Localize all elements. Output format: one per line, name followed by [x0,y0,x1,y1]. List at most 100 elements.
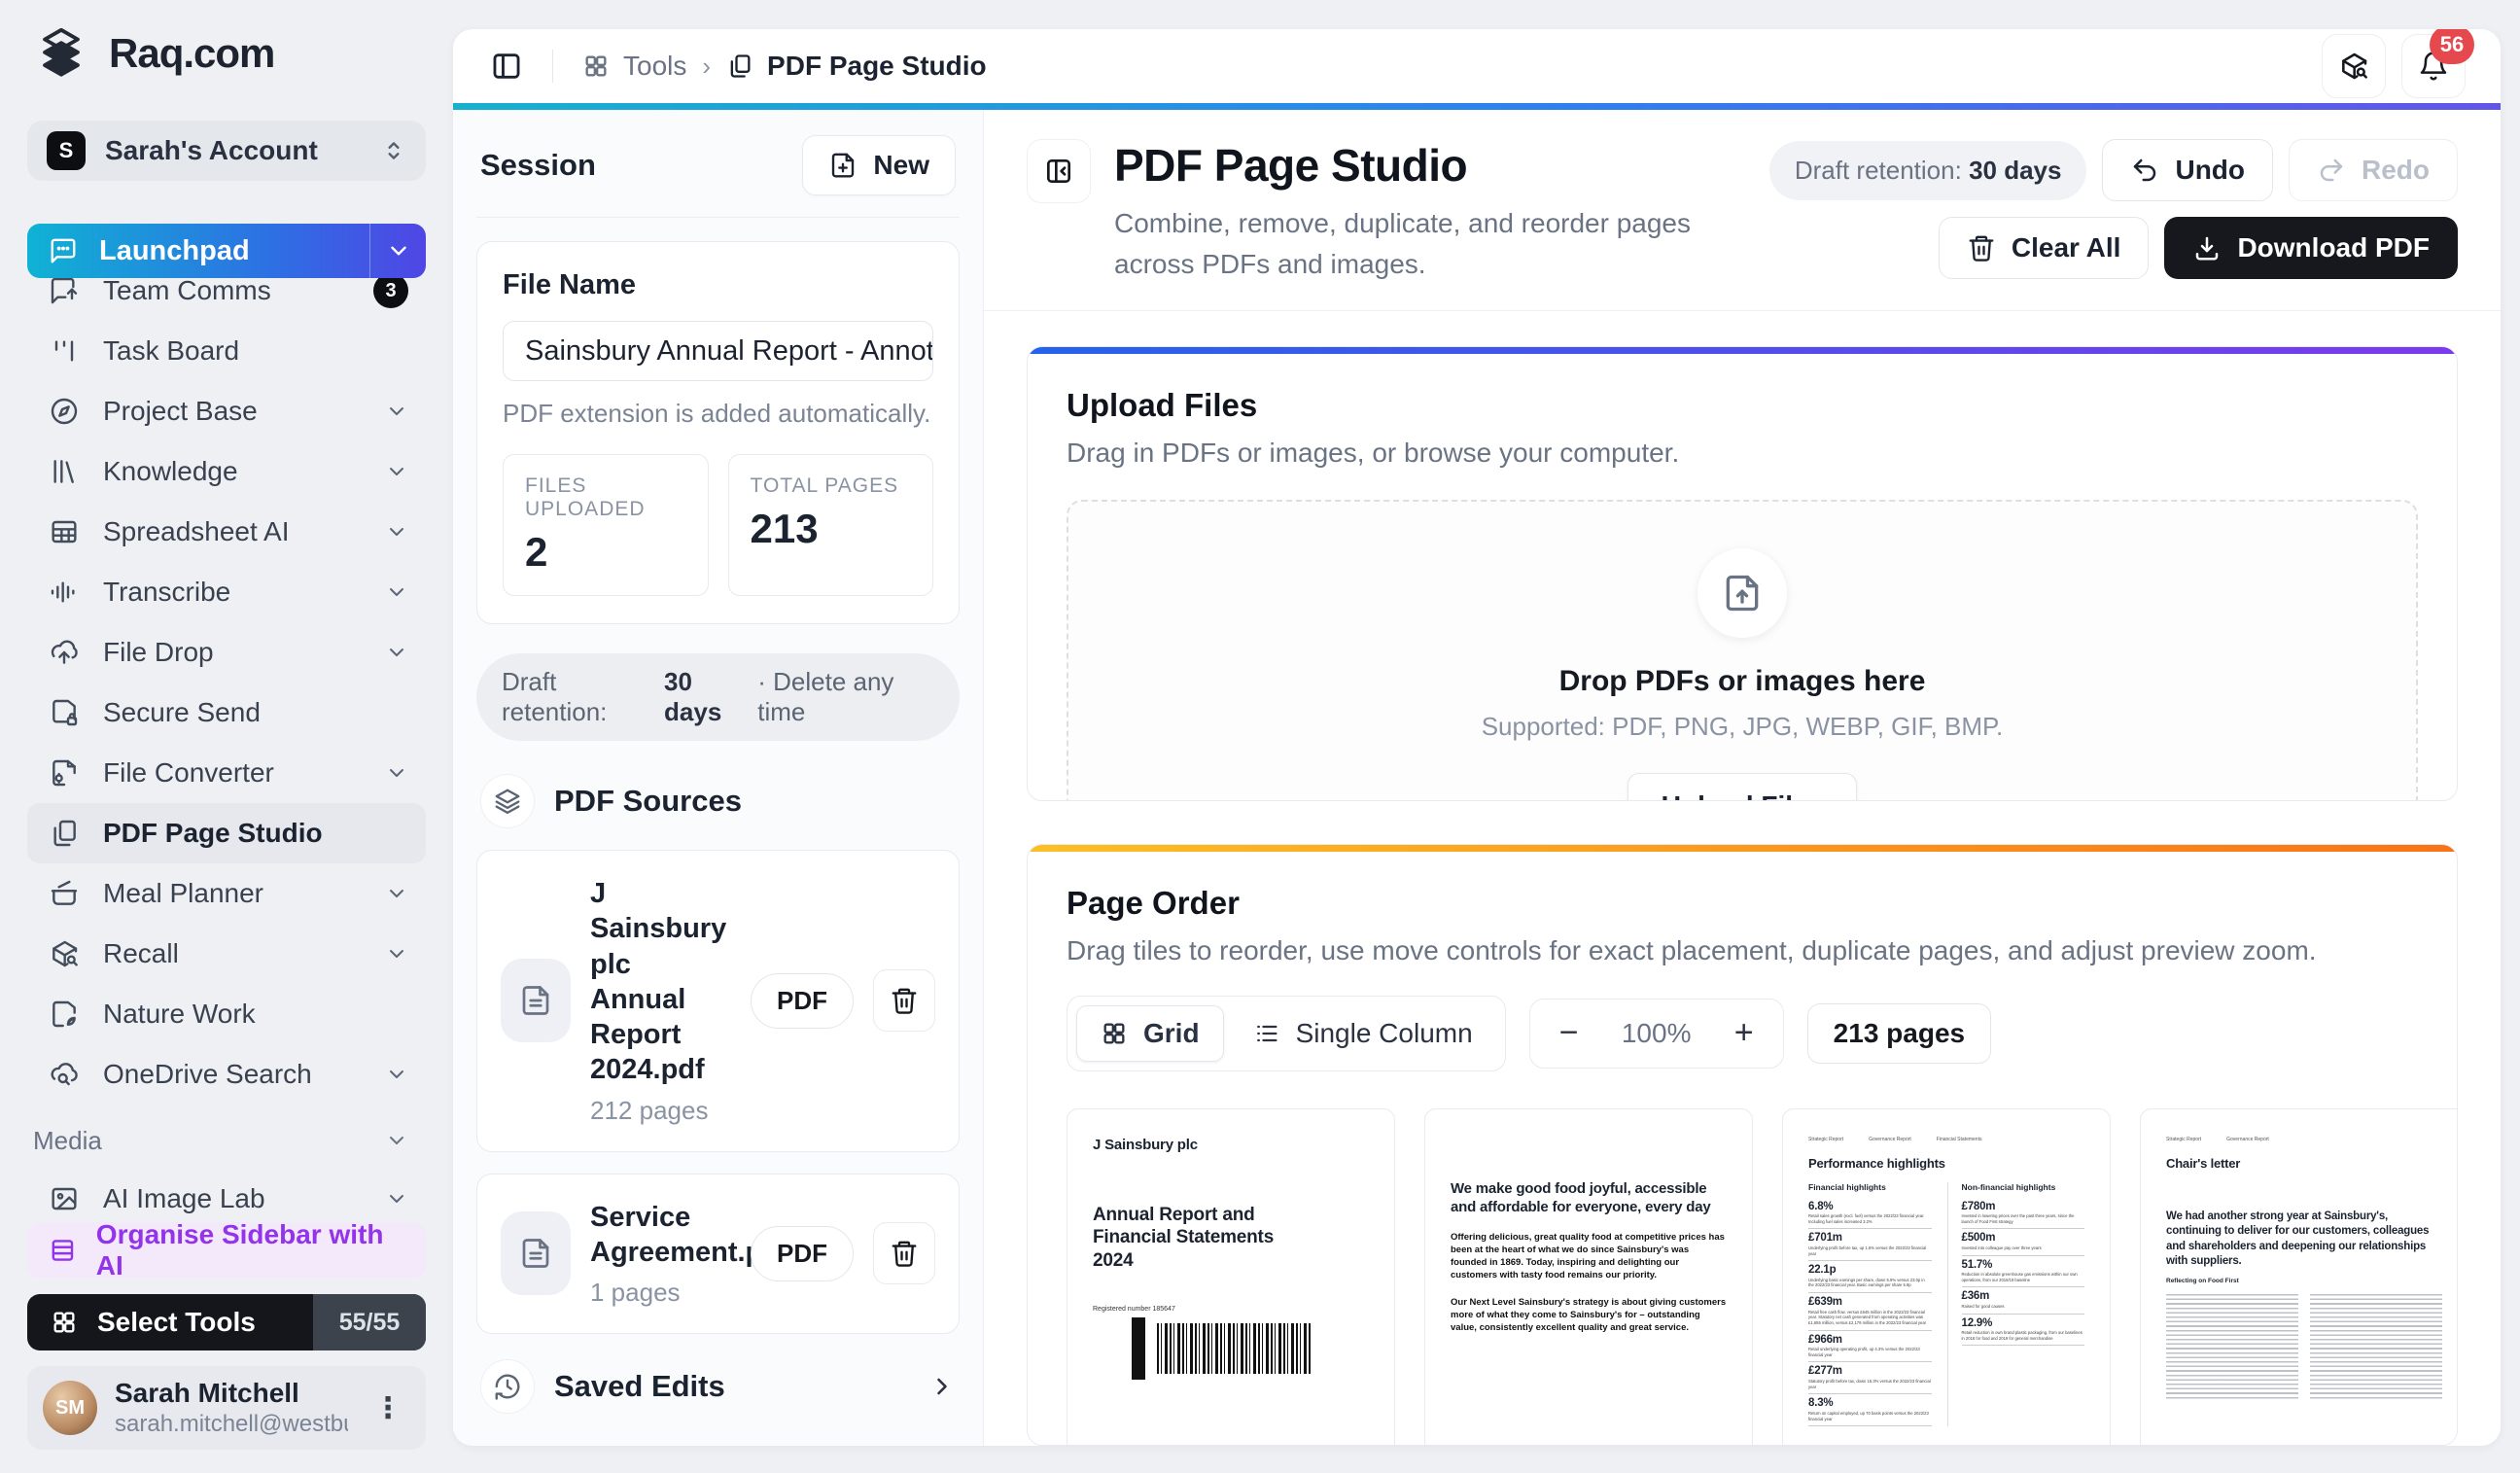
sidebar-item-file-converter[interactable]: File Converter [27,743,426,803]
notifications-button[interactable]: 56 [2401,29,2474,98]
grid-icon [585,55,607,77]
page-order-toolbar: Grid Single Column − 100% + 213 pages [1067,995,2418,1071]
launchpad-label: Launchpad [99,234,250,266]
user-name: Sarah Mitchell [115,1378,299,1408]
sidebar-item-project-base[interactable]: Project Base [27,381,426,441]
sidebar-item-recall[interactable]: Recall [27,924,426,984]
cooking-pot-icon [51,880,78,905]
topbar: Tools › PDF Page Studio 56 [453,29,2501,103]
redo-button[interactable]: Redo [2289,139,2458,201]
file-leaf-icon [52,1000,76,1028]
zoom-in-button[interactable]: + [1719,1008,1769,1059]
sidebar-item-pdf-page-studio[interactable]: PDF Page Studio [27,803,426,863]
page-thumbnail[interactable]: We make good food joyful, accessible and… [1424,1107,1753,1445]
new-session-button[interactable]: New [802,135,956,195]
chevron-down-icon [390,1137,403,1144]
user-menu-button[interactable]: ⋮ [366,1391,410,1425]
sidebar-nav: Team Comms 3 Task Board Project Base Kno… [27,278,426,1247]
notification-count-badge: 56 [2430,29,2474,64]
clear-all-button[interactable]: Clear All [1938,217,2150,279]
page-thumbnail[interactable]: J Sainsbury plc Annual Report and Financ… [1067,1107,1395,1445]
divider [552,50,553,83]
sidebar: Raq.com S Sarah's Account Launchpad Team… [0,0,453,1473]
download-icon [2196,236,2219,261]
launchpad-expand-button[interactable] [369,224,426,278]
trash-icon [892,988,917,1014]
source-file-row[interactable]: J Sainsbury plc Annual Report 2024.pdf 2… [476,850,960,1152]
breadcrumb-tools[interactable]: Tools [582,51,686,82]
session-title: Session [480,148,596,182]
grid-icon [1103,1023,1125,1044]
sidebar-section-media[interactable]: Media [27,1112,426,1169]
sidebar-item-knowledge[interactable]: Knowledge [27,441,426,502]
upload-files-button[interactable]: Upload Files [1627,772,1858,800]
file-type-badge: PDF [751,972,854,1029]
sidebar-item-label: Transcribe [103,577,231,607]
sidebar-item-onedrive-search[interactable]: OneDrive Search [27,1044,426,1105]
file-name-input[interactable]: Sainsbury Annual Report - Annotated [503,321,933,381]
sidebar-item-label: PDF Page Studio [103,818,323,848]
undo-button[interactable]: Undo [2102,139,2273,201]
recall-shortcut-button[interactable] [2322,34,2386,98]
sidebar-item-label: File Converter [103,757,274,788]
file-name-helper: PDF extension is added automatically. [503,399,931,428]
unread-count-badge: 3 [373,278,408,308]
launchpad-button[interactable]: Launchpad [27,224,426,278]
sidebar-item-file-drop[interactable]: File Drop [27,622,426,683]
file-upload-icon [1698,547,1787,638]
account-switcher[interactable]: S Sarah's Account [27,121,426,181]
sidebar-item-task-board[interactable]: Task Board [27,321,426,381]
brand-name: Raq.com [109,30,275,76]
page-order-title: Page Order [1067,884,1240,921]
panel-left-icon [493,53,520,79]
single-column-view-button[interactable]: Single Column [1230,1006,1496,1061]
page-thumbnail[interactable]: Strategic Report Governance Report Finan… [1782,1107,2111,1445]
sidebar-item-label: Secure Send [103,697,261,727]
trash-icon [1969,235,1994,262]
user-email: sarah.mitchell@westbur... [115,1411,348,1437]
user-card[interactable]: SM Sarah Mitchell sarah.mitchell@westbur… [27,1366,426,1450]
chat-bubble-icon [51,238,76,263]
audio-waveform-icon [51,581,75,603]
sidebar-item-transcribe[interactable]: Transcribe [27,562,426,622]
organise-sidebar-button[interactable]: Organise Sidebar with AI [27,1219,426,1280]
tools-count-badge: 55/55 [313,1294,426,1350]
delete-source-button[interactable] [873,1222,935,1285]
grid-view-button[interactable]: Grid [1076,1004,1224,1062]
history-icon [480,1359,535,1414]
file-name-label: File Name [503,269,636,300]
source-file-row[interactable]: Service Agreement.pdf 1 pages PDF [476,1173,960,1334]
list-icon [1256,1025,1278,1041]
sidebar-item-spreadsheet-ai[interactable]: Spreadsheet AI [27,502,426,562]
sidebar-item-label: Knowledge [103,456,238,486]
sidebar-item-meal-planner[interactable]: Meal Planner [27,863,426,924]
saved-edits-row[interactable]: Saved Edits [476,1359,960,1414]
file-dropzone[interactable]: Drop PDFs or images here Supported: PDF,… [1067,500,2418,800]
compass-icon [51,398,78,425]
sidebar-item-secure-send[interactable]: Secure Send [27,683,426,743]
page-subtitle: Combine, remove, duplicate, and reorder … [1114,208,1692,279]
chevron-down-icon [390,588,403,596]
page-title: PDF Page Studio [1114,140,1468,191]
collapse-panel-button[interactable] [1027,139,1091,203]
zoom-out-button[interactable]: − [1544,1008,1594,1059]
saved-edits-label: Saved Edits [554,1369,725,1403]
sidebar-item-team-comms[interactable]: Team Comms 3 [27,278,426,321]
sidebar-item-nature-work[interactable]: Nature Work [27,984,426,1044]
chevron-down-icon [390,407,403,415]
download-pdf-button[interactable]: Download PDF [2164,217,2458,279]
upload-files-card: Upload Files Drag in PDFs or images, or … [1027,346,2458,801]
source-file-pages: 1 pages [590,1278,681,1307]
file-type-badge: PDF [751,1225,854,1281]
kanban-icon [54,340,74,362]
studio-scroll-area[interactable]: Upload Files Drag in PDFs or images, or … [984,311,2501,1446]
layers-icon [480,774,535,828]
select-tools-button[interactable]: Select Tools 55/55 [27,1294,426,1350]
sidebar-toggle-button[interactable] [490,50,523,83]
sidebar-item-label: File Drop [103,637,214,667]
upload-subtitle: Drag in PDFs or images, or browse your c… [1067,438,1680,468]
page-thumbnail[interactable]: Strategic Report Governance Report Chair… [2140,1107,2457,1445]
chevron-right-icon [937,1378,947,1395]
delete-source-button[interactable] [873,969,935,1033]
file-text-icon [501,1211,571,1296]
